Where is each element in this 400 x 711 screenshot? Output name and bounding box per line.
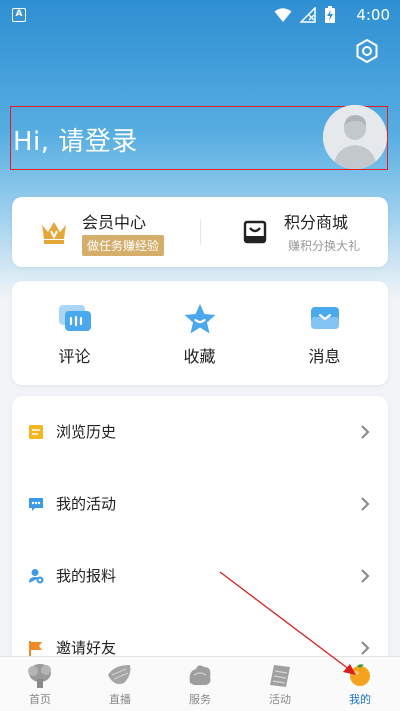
points-mall-entry[interactable]: 积分商城 赚积分换大礼 bbox=[200, 197, 388, 267]
chevron-right-icon bbox=[361, 641, 370, 655]
messages-button[interactable]: 消息 bbox=[262, 281, 387, 385]
points-mall-title: 积分商城 bbox=[284, 213, 349, 232]
menu-item-label: 我的活动 bbox=[56, 495, 117, 513]
chevron-right-icon bbox=[361, 569, 370, 583]
services-tab-icon bbox=[189, 665, 211, 685]
menu-item-label: 我的报料 bbox=[56, 567, 117, 585]
activity-icon bbox=[29, 498, 43, 511]
tab-label: 服务 bbox=[189, 693, 211, 706]
no-signal-icon bbox=[300, 7, 316, 23]
messages-label: 消息 bbox=[308, 347, 341, 366]
tab-mine[interactable]: 我的 bbox=[320, 657, 400, 711]
live-tab-icon bbox=[108, 665, 131, 684]
favorites-label: 收藏 bbox=[183, 347, 216, 366]
login-area[interactable]: Hi, 请登录 bbox=[10, 105, 388, 170]
crown-icon bbox=[42, 222, 66, 244]
member-center-title: 会员中心 bbox=[82, 213, 147, 232]
menu-item-label: 邀请好友 bbox=[56, 639, 117, 657]
clock: 4:00 bbox=[356, 6, 390, 24]
activities-tab-icon bbox=[270, 665, 290, 687]
tab-home[interactable]: 首页 bbox=[0, 657, 80, 711]
menu-item-label: 浏览历史 bbox=[56, 423, 117, 441]
report-icon bbox=[29, 569, 44, 584]
comment-icon bbox=[59, 305, 91, 331]
member-center-subtitle: 做任务赚经验 bbox=[82, 235, 165, 256]
tab-label: 我的 bbox=[349, 693, 371, 706]
tab-activities[interactable]: 活动 bbox=[240, 657, 320, 711]
shopping-bag-icon bbox=[243, 220, 267, 244]
quick-actions-card: 评论 收藏 消息 bbox=[12, 281, 388, 385]
tab-label: 活动 bbox=[269, 693, 291, 706]
menu-item-my-activities[interactable]: 我的活动 bbox=[12, 468, 388, 540]
tab-label: 直播 bbox=[109, 693, 131, 706]
avatar[interactable] bbox=[323, 105, 387, 169]
tab-live[interactable]: 直播 bbox=[80, 657, 160, 711]
tab-label: 首页 bbox=[29, 693, 51, 706]
menu-item-browse-history[interactable]: 浏览历史 bbox=[12, 396, 388, 468]
star-icon bbox=[184, 304, 216, 334]
message-icon bbox=[311, 307, 339, 329]
app-notification-icon: A bbox=[12, 8, 26, 22]
invite-flag-icon bbox=[29, 641, 42, 656]
menu-item-my-reports[interactable]: 我的报料 bbox=[12, 540, 388, 612]
battery-charging-icon bbox=[325, 6, 335, 23]
status-icons bbox=[274, 6, 336, 24]
home-tab-icon bbox=[28, 664, 51, 688]
comment-button[interactable]: 评论 bbox=[12, 281, 137, 385]
chevron-right-icon bbox=[361, 425, 370, 439]
settings-button[interactable] bbox=[354, 38, 380, 64]
wifi-icon bbox=[274, 8, 292, 22]
history-icon bbox=[29, 425, 43, 439]
comment-label: 评论 bbox=[58, 347, 91, 366]
favorites-button[interactable]: 收藏 bbox=[137, 281, 262, 385]
mine-tab-icon bbox=[350, 664, 370, 686]
points-mall-subtitle: 赚积分换大礼 bbox=[288, 239, 361, 253]
member-card: 会员中心 做任务赚经验 积分商城 赚积分换大礼 bbox=[12, 197, 388, 267]
tab-services[interactable]: 服务 bbox=[160, 657, 240, 711]
member-center-entry[interactable]: 会员中心 做任务赚经验 bbox=[12, 197, 200, 267]
settings-gear-icon bbox=[356, 38, 378, 64]
chevron-right-icon bbox=[361, 497, 370, 511]
login-prompt[interactable]: Hi, 请登录 bbox=[13, 121, 138, 158]
menu-card: 浏览历史 我的活动 我的报料 邀请好友 bbox=[12, 396, 388, 666]
status-bar: A 4:00 bbox=[0, 0, 400, 30]
default-avatar-icon bbox=[323, 105, 387, 169]
bottom-tab-bar: 首页 直播 服务 活动 我的 bbox=[0, 656, 400, 711]
